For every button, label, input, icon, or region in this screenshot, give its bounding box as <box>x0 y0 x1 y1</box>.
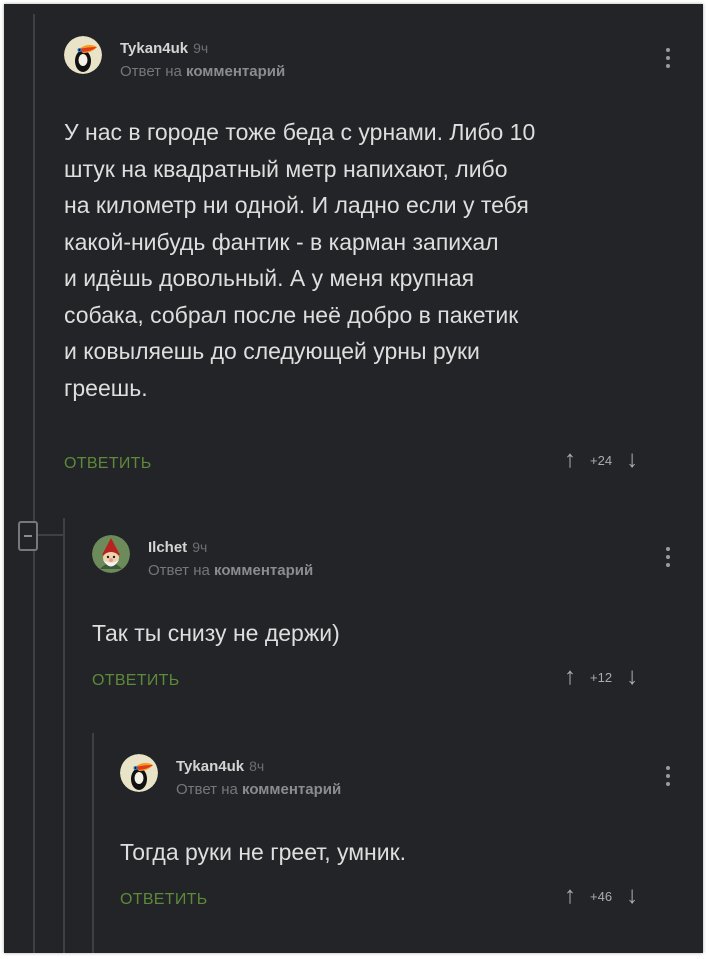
comment-rating: ↑ +46 ↓ <box>564 884 638 908</box>
comment-author[interactable]: Ilchet 9ч <box>148 539 207 556</box>
more-options-icon[interactable] <box>666 48 670 70</box>
comment-thread: Tykan4uk 9ч Ответ на комментарий У нас в … <box>4 4 703 953</box>
comment: Tykan4uk 8ч Ответ на комментарий Тогда ру… <box>120 754 703 944</box>
vote-down-icon[interactable]: ↓ <box>626 665 638 689</box>
comment-rating: ↑ +12 ↓ <box>564 665 638 689</box>
more-options-icon[interactable] <box>666 766 670 788</box>
thread-line <box>33 14 35 953</box>
comment-text: У нас в городе тоже беда с урнами. Либо … <box>64 119 536 401</box>
reply-target[interactable]: комментарий <box>186 63 285 80</box>
reply-button[interactable]: ОТВЕТИТЬ <box>92 672 180 690</box>
comment-rating: ↑ +24 ↓ <box>564 448 638 472</box>
comment-author[interactable]: Tykan4uk 8ч <box>176 758 264 775</box>
rating-value: +12 <box>590 669 613 685</box>
reply-target[interactable]: комментарий <box>214 562 313 579</box>
gnome-avatar-icon[interactable] <box>92 535 130 573</box>
thread-connector <box>38 534 64 536</box>
reply-prefix: Ответ на <box>148 562 210 579</box>
reply-prefix: Ответ на <box>176 781 238 798</box>
reply-to-link[interactable]: Ответ на комментарий <box>120 63 285 80</box>
toucan-avatar-icon[interactable] <box>120 754 158 792</box>
vote-up-icon[interactable]: ↑ <box>564 884 576 908</box>
vote-up-icon[interactable]: ↑ <box>564 665 576 689</box>
username[interactable]: Ilchet <box>148 539 187 556</box>
rating-value: +24 <box>590 452 613 468</box>
vote-up-icon[interactable]: ↑ <box>564 448 576 472</box>
reply-to-link[interactable]: Ответ на комментарий <box>176 781 341 798</box>
toucan-avatar-icon[interactable] <box>64 36 102 74</box>
comment-text: Тогда руки не греет, умник. <box>120 839 407 865</box>
reply-target[interactable]: комментарий <box>242 781 341 798</box>
comment: Tykan4uk 9ч Ответ на комментарий У нас в … <box>64 36 703 486</box>
timestamp: 8ч <box>249 758 265 774</box>
reply-button[interactable]: ОТВЕТИТЬ <box>64 455 152 473</box>
timestamp: 9ч <box>192 539 208 555</box>
more-options-icon[interactable] <box>666 547 670 569</box>
rating-value: +46 <box>590 888 613 904</box>
comment: Ilchet 9ч Ответ на комментарий Так ты сни… <box>92 535 703 715</box>
reply-prefix: Ответ на <box>120 63 182 80</box>
vote-down-icon[interactable]: ↓ <box>626 448 638 472</box>
username[interactable]: Tykan4uk <box>176 758 244 775</box>
reply-button[interactable]: ОТВЕТИТЬ <box>120 891 208 909</box>
username[interactable]: Tykan4uk <box>120 40 188 57</box>
comment-author[interactable]: Tykan4uk 9ч <box>120 40 208 57</box>
reply-to-link[interactable]: Ответ на комментарий <box>148 562 313 579</box>
vote-down-icon[interactable]: ↓ <box>626 884 638 908</box>
timestamp: 9ч <box>193 40 209 56</box>
thread-line <box>92 733 94 953</box>
comment-text: Так ты снизу не держи) <box>92 620 340 646</box>
collapse-thread-button[interactable] <box>18 521 38 551</box>
thread-line <box>63 518 65 953</box>
